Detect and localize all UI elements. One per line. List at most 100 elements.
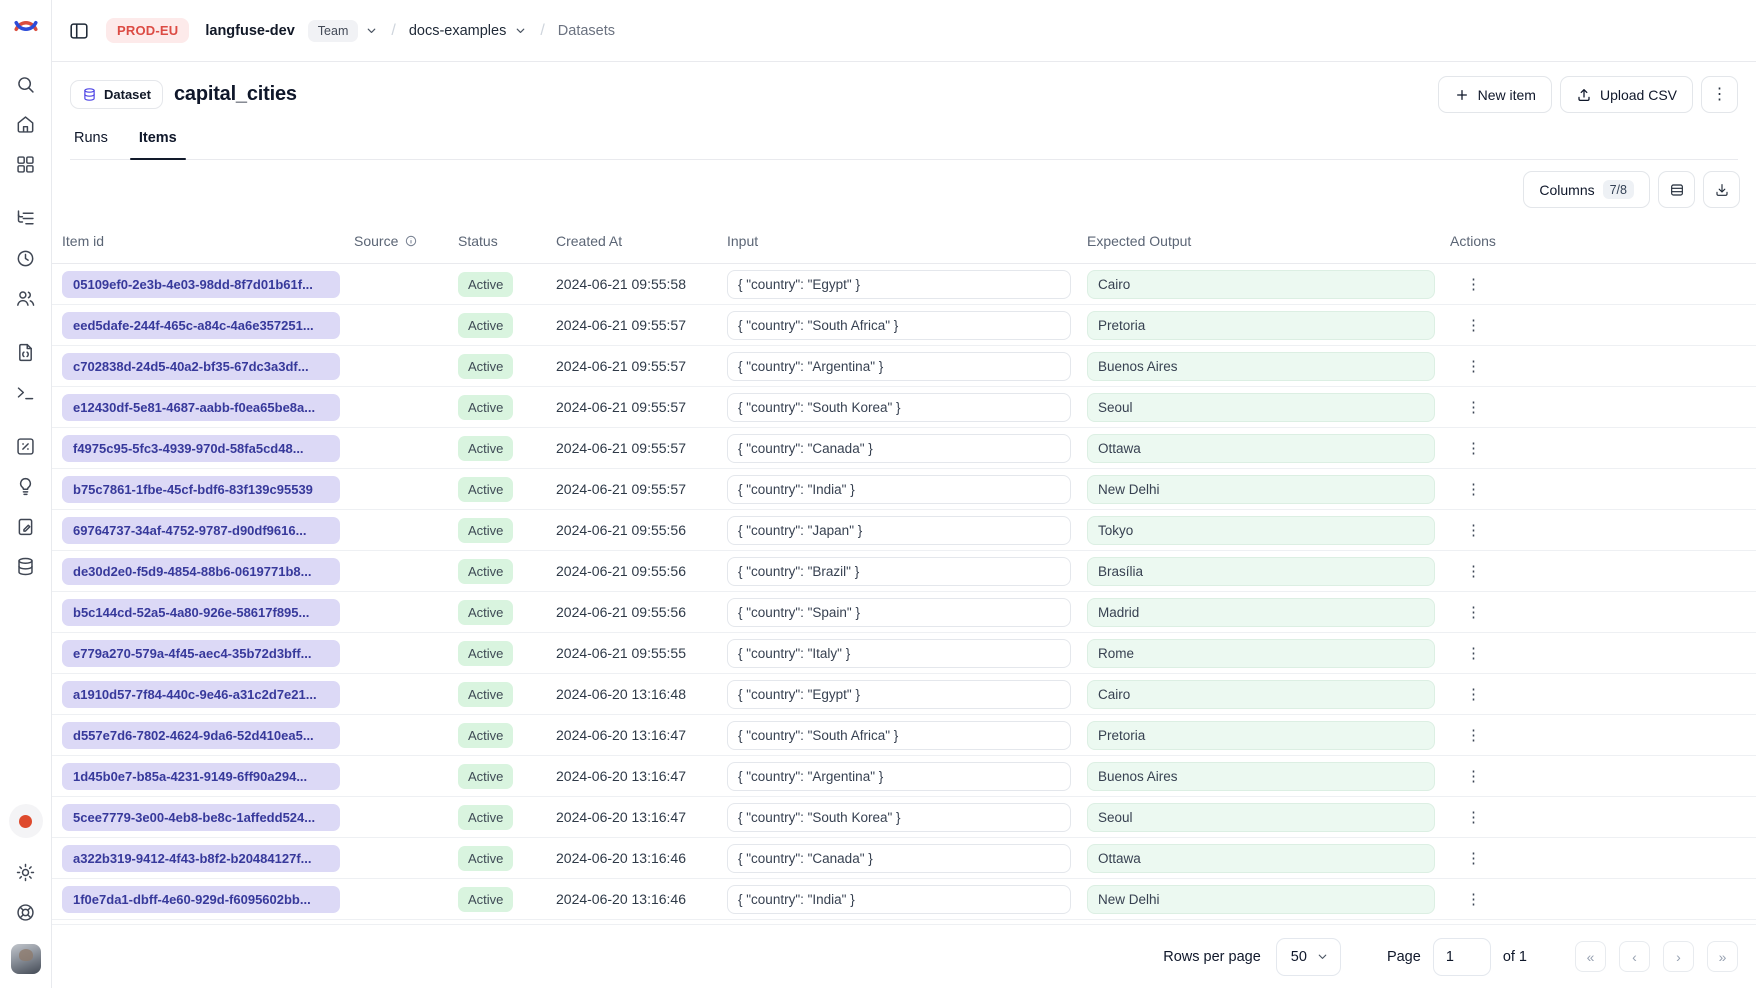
row-actions-button[interactable]: ⋮: [1458, 275, 1489, 294]
export-button[interactable]: [1703, 171, 1740, 208]
row-actions-button[interactable]: ⋮: [1458, 480, 1489, 499]
sidebar-toggle-icon[interactable]: [68, 20, 90, 42]
item-id-link[interactable]: 5cee7779-3e00-4eb8-be8c-1affedd524...: [62, 804, 340, 831]
project-name: docs-examples: [409, 23, 507, 39]
kebab-icon: ⋮: [1712, 87, 1728, 103]
created-at-cell: 2024-06-20 13:16:47: [556, 768, 727, 784]
created-at-cell: 2024-06-21 09:55:58: [556, 276, 727, 292]
item-id-link[interactable]: f4975c95-5fc3-4939-970d-58fa5cd48...: [62, 435, 340, 462]
next-page-button[interactable]: ›: [1663, 941, 1694, 972]
status-badge: Active: [458, 846, 513, 871]
org-type-dropdown[interactable]: Team: [308, 20, 379, 42]
item-id-link[interactable]: a322b319-9412-4f43-b8f2-b20484127f...: [62, 845, 340, 872]
row-actions-button[interactable]: ⋮: [1458, 398, 1489, 417]
col-actions: Actions: [1450, 233, 1740, 249]
kebab-icon: ⋮: [1466, 809, 1481, 826]
prev-page-button[interactable]: ‹: [1619, 941, 1650, 972]
kebab-icon: ⋮: [1466, 686, 1481, 703]
lightbulb-icon[interactable]: [7, 466, 45, 506]
search-icon[interactable]: [7, 64, 45, 104]
item-id-link[interactable]: eed5dafe-244f-465c-a84c-4a6e357251...: [62, 312, 340, 339]
item-id-link[interactable]: 69764737-34af-4752-9787-d90df9616...: [62, 517, 340, 544]
first-page-button[interactable]: «: [1575, 941, 1606, 972]
expected-output-cell: Cairo: [1087, 270, 1435, 299]
kebab-icon: ⋮: [1466, 645, 1481, 662]
user-avatar[interactable]: [11, 944, 41, 974]
upload-csv-button[interactable]: Upload CSV: [1560, 76, 1693, 113]
item-id-link[interactable]: e779a270-579a-4f45-aec4-35b72d3bff...: [62, 640, 340, 667]
support-lifebuoy-icon[interactable]: [7, 892, 45, 932]
breadcrumb-datasets[interactable]: Datasets: [558, 23, 615, 39]
org-name[interactable]: langfuse-dev: [205, 23, 294, 39]
table-row: a1910d57-7f84-440c-9e46-a31c2d7e21... Ac…: [52, 674, 1756, 715]
row-actions-button[interactable]: ⋮: [1458, 562, 1489, 581]
table-row: f4975c95-5fc3-4939-970d-58fa5cd48... Act…: [52, 428, 1756, 469]
new-item-label: New item: [1478, 87, 1536, 103]
dataset-actions-button[interactable]: ⋮: [1701, 76, 1738, 113]
home-icon[interactable]: [7, 104, 45, 144]
columns-button[interactable]: Columns 7/8: [1523, 171, 1650, 208]
created-at-cell: 2024-06-21 09:55:56: [556, 522, 727, 538]
new-item-button[interactable]: New item: [1438, 76, 1552, 113]
kebab-icon: ⋮: [1466, 891, 1481, 908]
terminal-prompts-icon[interactable]: [7, 372, 45, 412]
table-row: d557e7d6-7802-4624-9da6-52d410ea5... Act…: [52, 715, 1756, 756]
item-id-link[interactable]: de30d2e0-f5d9-4854-88b6-0619771b8...: [62, 558, 340, 585]
table-row: 5cee7779-3e00-4eb8-be8c-1affedd524... Ac…: [52, 797, 1756, 838]
langfuse-logo-icon[interactable]: [13, 13, 39, 42]
input-cell: { "country": "Italy" }: [727, 639, 1071, 668]
row-actions-button[interactable]: ⋮: [1458, 726, 1489, 745]
created-at-cell: 2024-06-21 09:55:57: [556, 481, 727, 497]
table-toolbar: Columns 7/8: [52, 160, 1756, 218]
item-id-link[interactable]: 05109ef0-2e3b-4e03-98dd-8f7d01b61f...: [62, 271, 340, 298]
annotation-icon[interactable]: [7, 506, 45, 546]
tab-items[interactable]: Items: [137, 130, 179, 159]
tracing-icon[interactable]: [7, 198, 45, 238]
created-at-cell: 2024-06-20 13:16:48: [556, 686, 727, 702]
breadcrumb-separator: /: [540, 22, 544, 40]
datasets-icon[interactable]: [7, 546, 45, 586]
row-actions-button[interactable]: ⋮: [1458, 685, 1489, 704]
row-actions-button[interactable]: ⋮: [1458, 521, 1489, 540]
row-actions-button[interactable]: ⋮: [1458, 439, 1489, 458]
chevron-down-icon: [514, 24, 527, 37]
row-actions-button[interactable]: ⋮: [1458, 849, 1489, 868]
item-id-link[interactable]: 1f0e7da1-dbff-4e60-929d-f6095602bb...: [62, 886, 340, 913]
item-id-link[interactable]: c702838d-24d5-40a2-bf35-67dc3a3df...: [62, 353, 340, 380]
row-actions-button[interactable]: ⋮: [1458, 808, 1489, 827]
item-id-link[interactable]: 1d45b0e7-b85a-4231-9149-6ff90a294...: [62, 763, 340, 790]
json-file-icon[interactable]: [7, 332, 45, 372]
users-icon[interactable]: [7, 278, 45, 318]
item-id-link[interactable]: b75c7861-1fbe-45cf-bdf6-83f139c95539: [62, 476, 340, 503]
row-actions-button[interactable]: ⋮: [1458, 316, 1489, 335]
project-dropdown[interactable]: docs-examples: [409, 23, 528, 39]
sessions-clock-icon[interactable]: [7, 238, 45, 278]
created-at-cell: 2024-06-21 09:55:57: [556, 440, 727, 456]
item-id-link[interactable]: a1910d57-7f84-440c-9e46-a31c2d7e21...: [62, 681, 340, 708]
dataset-badge: Dataset: [70, 80, 163, 109]
row-actions-button[interactable]: ⋮: [1458, 890, 1489, 909]
row-actions-button[interactable]: ⋮: [1458, 767, 1489, 786]
main: PROD-EU langfuse-dev Team / docs-example…: [52, 0, 1756, 988]
tab-runs[interactable]: Runs: [72, 130, 110, 159]
playground-icon[interactable]: [7, 426, 45, 466]
row-actions-button[interactable]: ⋮: [1458, 644, 1489, 663]
sidebar-bottom: [7, 804, 45, 974]
settings-gear-icon[interactable]: [7, 852, 45, 892]
prev-page-icon: ‹: [1632, 949, 1637, 965]
info-icon[interactable]: [404, 234, 418, 248]
row-actions-button[interactable]: ⋮: [1458, 603, 1489, 622]
record-indicator[interactable]: [9, 804, 43, 838]
item-id-link[interactable]: d557e7d6-7802-4624-9da6-52d410ea5...: [62, 722, 340, 749]
page-number-input[interactable]: [1433, 938, 1491, 976]
dashboard-icon[interactable]: [7, 144, 45, 184]
row-actions-button[interactable]: ⋮: [1458, 357, 1489, 376]
item-id-link[interactable]: e12430df-5e81-4687-aabb-f0ea65be8a...: [62, 394, 340, 421]
sidebar: [0, 0, 52, 988]
row-height-button[interactable]: [1658, 171, 1695, 208]
kebab-icon: ⋮: [1466, 604, 1481, 621]
last-page-button[interactable]: »: [1707, 941, 1738, 972]
rows-per-page-select[interactable]: 50: [1276, 938, 1341, 976]
breadcrumb-separator: /: [391, 22, 395, 40]
item-id-link[interactable]: b5c144cd-52a5-4a80-926e-58617f895...: [62, 599, 340, 626]
